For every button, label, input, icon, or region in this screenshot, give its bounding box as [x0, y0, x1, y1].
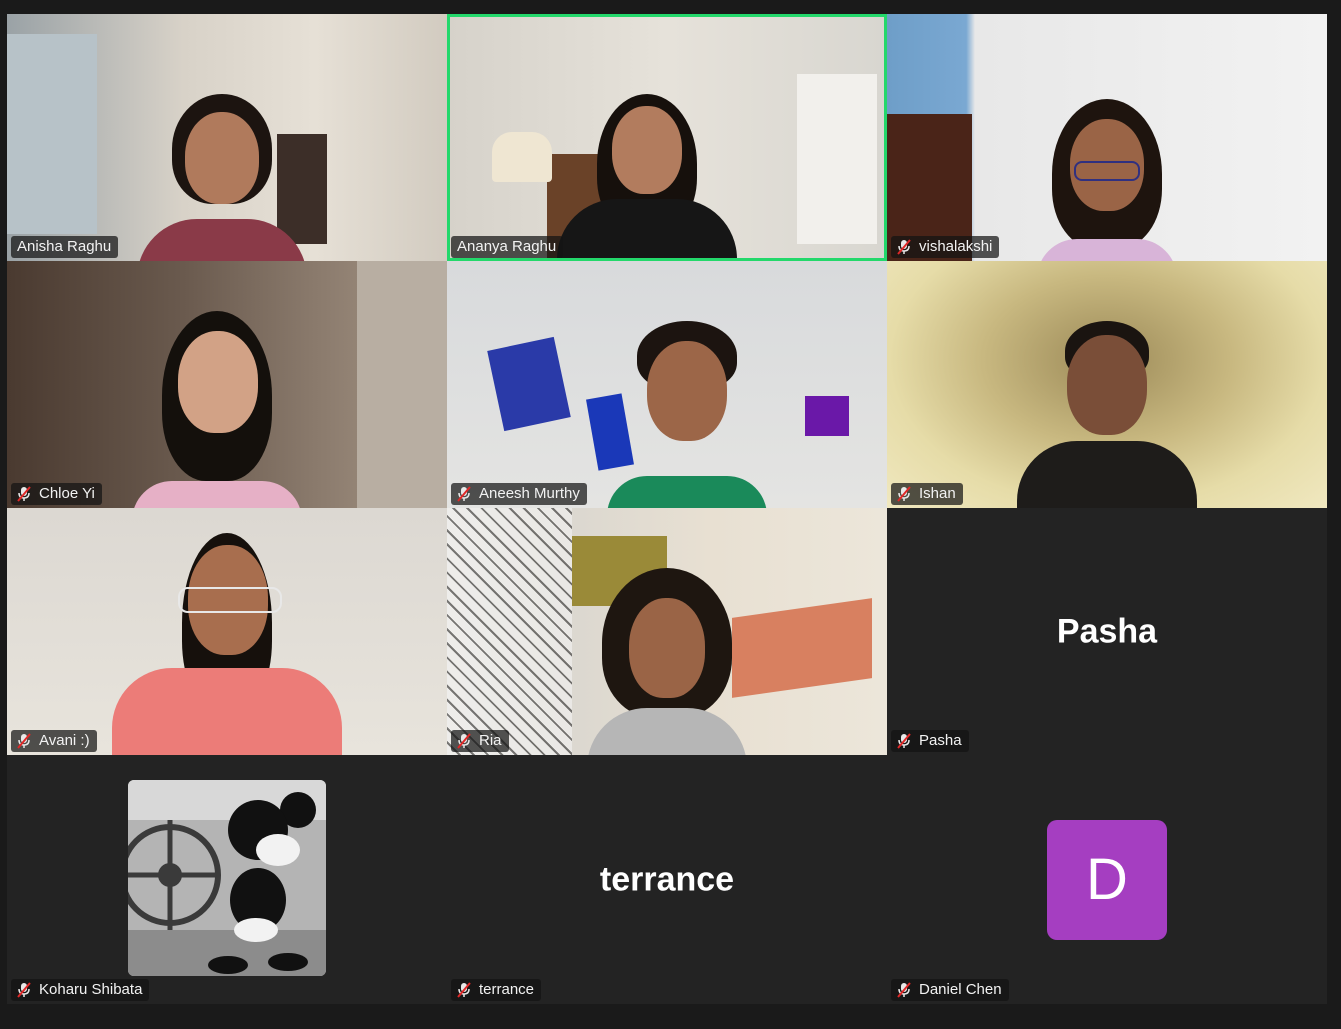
participant-tile[interactable]: Koharu Shibata	[7, 755, 447, 1004]
participant-name: Avani :)	[39, 732, 90, 749]
participant-name-tag: vishalakshi	[891, 236, 1000, 258]
participant-name: terrance	[479, 981, 535, 998]
participant-name-tag: Anisha Raghu	[11, 236, 119, 258]
participant-tile[interactable]: Pasha Pasha	[887, 508, 1327, 755]
participant-display-name: terrance	[599, 860, 735, 898]
participant-name-tag: Ishan	[891, 483, 963, 505]
microphone-muted-icon	[17, 982, 31, 998]
microphone-muted-icon	[17, 733, 31, 749]
participant-name: Ria	[479, 732, 502, 749]
video-feed	[7, 261, 447, 508]
video-feed	[7, 508, 447, 755]
participant-name: Ananya Raghu	[457, 238, 557, 255]
microphone-muted-icon	[897, 486, 911, 502]
avatar: D	[1047, 819, 1167, 940]
participant-tile[interactable]: Chloe Yi	[7, 261, 447, 508]
microphone-muted-icon	[457, 486, 471, 502]
profile-picture	[128, 780, 326, 976]
participant-name-tag: Pasha	[891, 730, 969, 752]
video-feed	[447, 508, 887, 755]
participant-tile[interactable]: Ria	[447, 508, 887, 755]
participant-name: vishalakshi	[919, 238, 993, 255]
microphone-muted-icon	[897, 982, 911, 998]
participant-name: Daniel Chen	[919, 981, 1002, 998]
gallery-grid: Anisha Raghu Ananya Raghu vishalakshi Ch…	[7, 14, 1327, 1004]
participant-name: Aneesh Murthy	[479, 485, 580, 502]
microphone-muted-icon	[897, 239, 911, 255]
participant-name-tag: Ananya Raghu	[451, 236, 564, 258]
participant-name-tag: Aneesh Murthy	[451, 483, 587, 505]
participant-tile-active-speaker[interactable]: Ananya Raghu	[447, 14, 887, 261]
participant-display-name: Pasha	[1056, 612, 1158, 650]
participant-name-tag: terrance	[451, 979, 542, 1001]
participant-tile[interactable]: Anisha Raghu	[7, 14, 447, 261]
microphone-muted-icon	[897, 733, 911, 749]
participant-name-tag: Koharu Shibata	[11, 979, 150, 1001]
participant-name-tag: Chloe Yi	[11, 483, 102, 505]
microphone-muted-icon	[457, 982, 471, 998]
video-feed	[887, 261, 1327, 508]
microphone-muted-icon	[17, 486, 31, 502]
participant-name: Ishan	[919, 485, 956, 502]
participant-tile[interactable]: Avani :)	[7, 508, 447, 755]
participant-tile[interactable]: terrance terrance	[447, 755, 887, 1004]
video-feed	[887, 14, 1327, 261]
participant-tile[interactable]: D Daniel Chen	[887, 755, 1327, 1004]
video-feed	[447, 261, 887, 508]
participant-name: Anisha Raghu	[17, 238, 112, 255]
participant-name: Koharu Shibata	[39, 981, 143, 998]
participant-name: Chloe Yi	[39, 485, 95, 502]
participant-name-tag: Avani :)	[11, 730, 97, 752]
video-feed	[7, 14, 447, 261]
video-meeting-window: Anisha Raghu Ananya Raghu vishalakshi Ch…	[0, 0, 1341, 1029]
participant-tile[interactable]: vishalakshi	[887, 14, 1327, 261]
participant-tile[interactable]: Aneesh Murthy	[447, 261, 887, 508]
participant-name: Pasha	[919, 732, 962, 749]
participant-name-tag: Ria	[451, 730, 509, 752]
microphone-muted-icon	[457, 733, 471, 749]
participant-name-tag: Daniel Chen	[891, 979, 1009, 1001]
video-feed	[447, 14, 887, 261]
participant-tile[interactable]: Ishan	[887, 261, 1327, 508]
